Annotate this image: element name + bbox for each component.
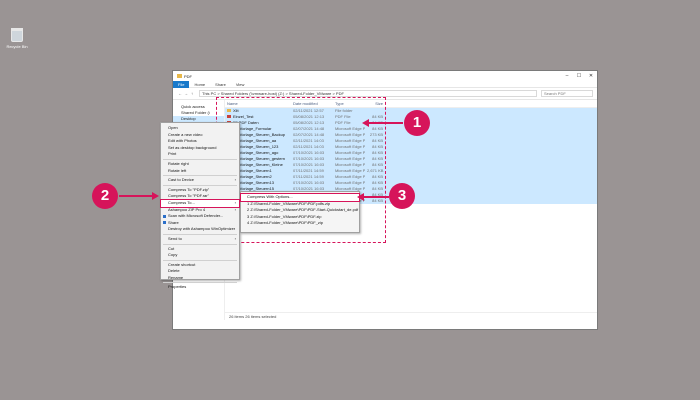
menu-separator xyxy=(163,243,237,245)
chevron-right-icon: › xyxy=(234,199,236,205)
minimize-icon[interactable]: – xyxy=(561,73,573,79)
menu-separator xyxy=(163,175,237,177)
tab-file[interactable]: File xyxy=(173,80,190,88)
menu-item-icon xyxy=(163,214,166,218)
step-2-arrowhead xyxy=(152,192,159,200)
submenu-item[interactable]: 4 Z:\Shared-Folder_VMware\PDF\PDF_zip xyxy=(241,220,359,227)
chevron-right-icon: › xyxy=(234,235,236,241)
step-1-arrowhead xyxy=(362,119,369,127)
context-menu-item[interactable]: Share xyxy=(161,220,239,227)
context-menu-item[interactable]: Create shortcut xyxy=(161,262,239,269)
context-menu-item[interactable]: Compress To "PDF.zip" xyxy=(161,187,239,194)
submenu-item[interactable]: 1 Z:\Shared-Folder_VMware\PDF\PDF.pdfs.z… xyxy=(241,201,359,208)
step-2-badge: 2 xyxy=(92,183,118,209)
chevron-right-icon: › xyxy=(234,177,236,183)
context-menu-item[interactable]: Open xyxy=(161,125,239,132)
context-menu-item[interactable]: Compress To "PDF.rar" xyxy=(161,193,239,200)
menu-separator xyxy=(163,184,237,186)
menu-item-icon xyxy=(163,221,166,225)
step-1-arrow xyxy=(369,122,403,124)
status-bar: 26 items 26 items selected xyxy=(225,312,597,320)
ribbon-tabs: File Home Share View xyxy=(173,80,597,88)
context-menu-item[interactable]: Send to › xyxy=(161,236,239,243)
compress-to-submenu: Compress With Options... 1 Z:\Shared-Fold… xyxy=(240,191,360,233)
folder-icon xyxy=(177,74,182,78)
context-menu-item[interactable]: Delete xyxy=(161,268,239,275)
menu-separator xyxy=(163,158,237,160)
step-3-badge: 3 xyxy=(389,183,415,209)
up-arrow-icon[interactable]: ↑ xyxy=(189,91,195,96)
context-menu-item[interactable]: Copy xyxy=(161,252,239,259)
context-menu-item[interactable]: Compress To... › xyxy=(160,198,240,208)
context-menu-item[interactable]: Cast to Device › xyxy=(161,177,239,184)
context-menu-item[interactable]: Scan with Microsoft Defender... xyxy=(161,213,239,220)
address-path[interactable]: This PC > Shared Folders (\\vmware-host)… xyxy=(199,90,537,97)
tab-view[interactable]: View xyxy=(231,81,250,88)
context-menu-item[interactable]: Create a new video xyxy=(161,132,239,139)
step-3-arrowhead xyxy=(357,193,364,201)
submenu-item[interactable]: Compress With Options... xyxy=(240,193,360,202)
context-menu: Open Create a new video Edit with Photos Se… xyxy=(160,122,240,289)
context-menu-item[interactable]: Cut xyxy=(161,246,239,253)
step-3-arrow xyxy=(364,196,389,198)
context-menu-item[interactable]: Edit with Photos xyxy=(161,138,239,145)
context-menu-item[interactable]: Set as desktop background xyxy=(161,145,239,152)
menu-separator xyxy=(163,282,237,284)
submenu-item[interactable]: 3 Z:\Shared-Folder_VMware\PDF\PDF.zip xyxy=(241,214,359,221)
step-1-badge: 1 xyxy=(404,110,430,136)
tab-share[interactable]: Share xyxy=(210,81,231,88)
menu-separator xyxy=(163,233,237,235)
window-title: PDF xyxy=(184,73,192,79)
chevron-right-icon: › xyxy=(234,206,236,212)
recycle-bin-label: Recycle Bin xyxy=(6,44,28,49)
menu-separator xyxy=(163,259,237,261)
recycle-bin-icon xyxy=(11,28,23,42)
step-2-arrow xyxy=(119,195,154,197)
submenu-item[interactable]: 2 Z:\Shared-Folder_VMware\PDF\PDF-Start-… xyxy=(241,207,359,214)
context-menu-item[interactable]: Rename xyxy=(161,275,239,282)
title-bar: PDF – ☐ ✕ xyxy=(173,71,597,81)
context-menu-item[interactable]: Destroy with Ashampoo WinOptimizer xyxy=(161,226,239,233)
tab-home[interactable]: Home xyxy=(189,81,210,88)
maximize-icon[interactable]: ☐ xyxy=(573,73,585,79)
context-menu-item[interactable]: Rotate right xyxy=(161,161,239,168)
context-menu-item[interactable]: Rotate left xyxy=(161,168,239,175)
search-input[interactable]: Search PDF xyxy=(541,90,593,97)
context-menu-item[interactable]: Ashampoo ZIP Pro 4 › xyxy=(161,207,239,214)
close-icon[interactable]: ✕ xyxy=(585,73,597,79)
context-menu-item[interactable]: Properties xyxy=(161,284,239,291)
context-menu-item[interactable]: Print xyxy=(161,151,239,158)
recycle-bin-desktop-icon[interactable]: Recycle Bin xyxy=(4,28,30,49)
